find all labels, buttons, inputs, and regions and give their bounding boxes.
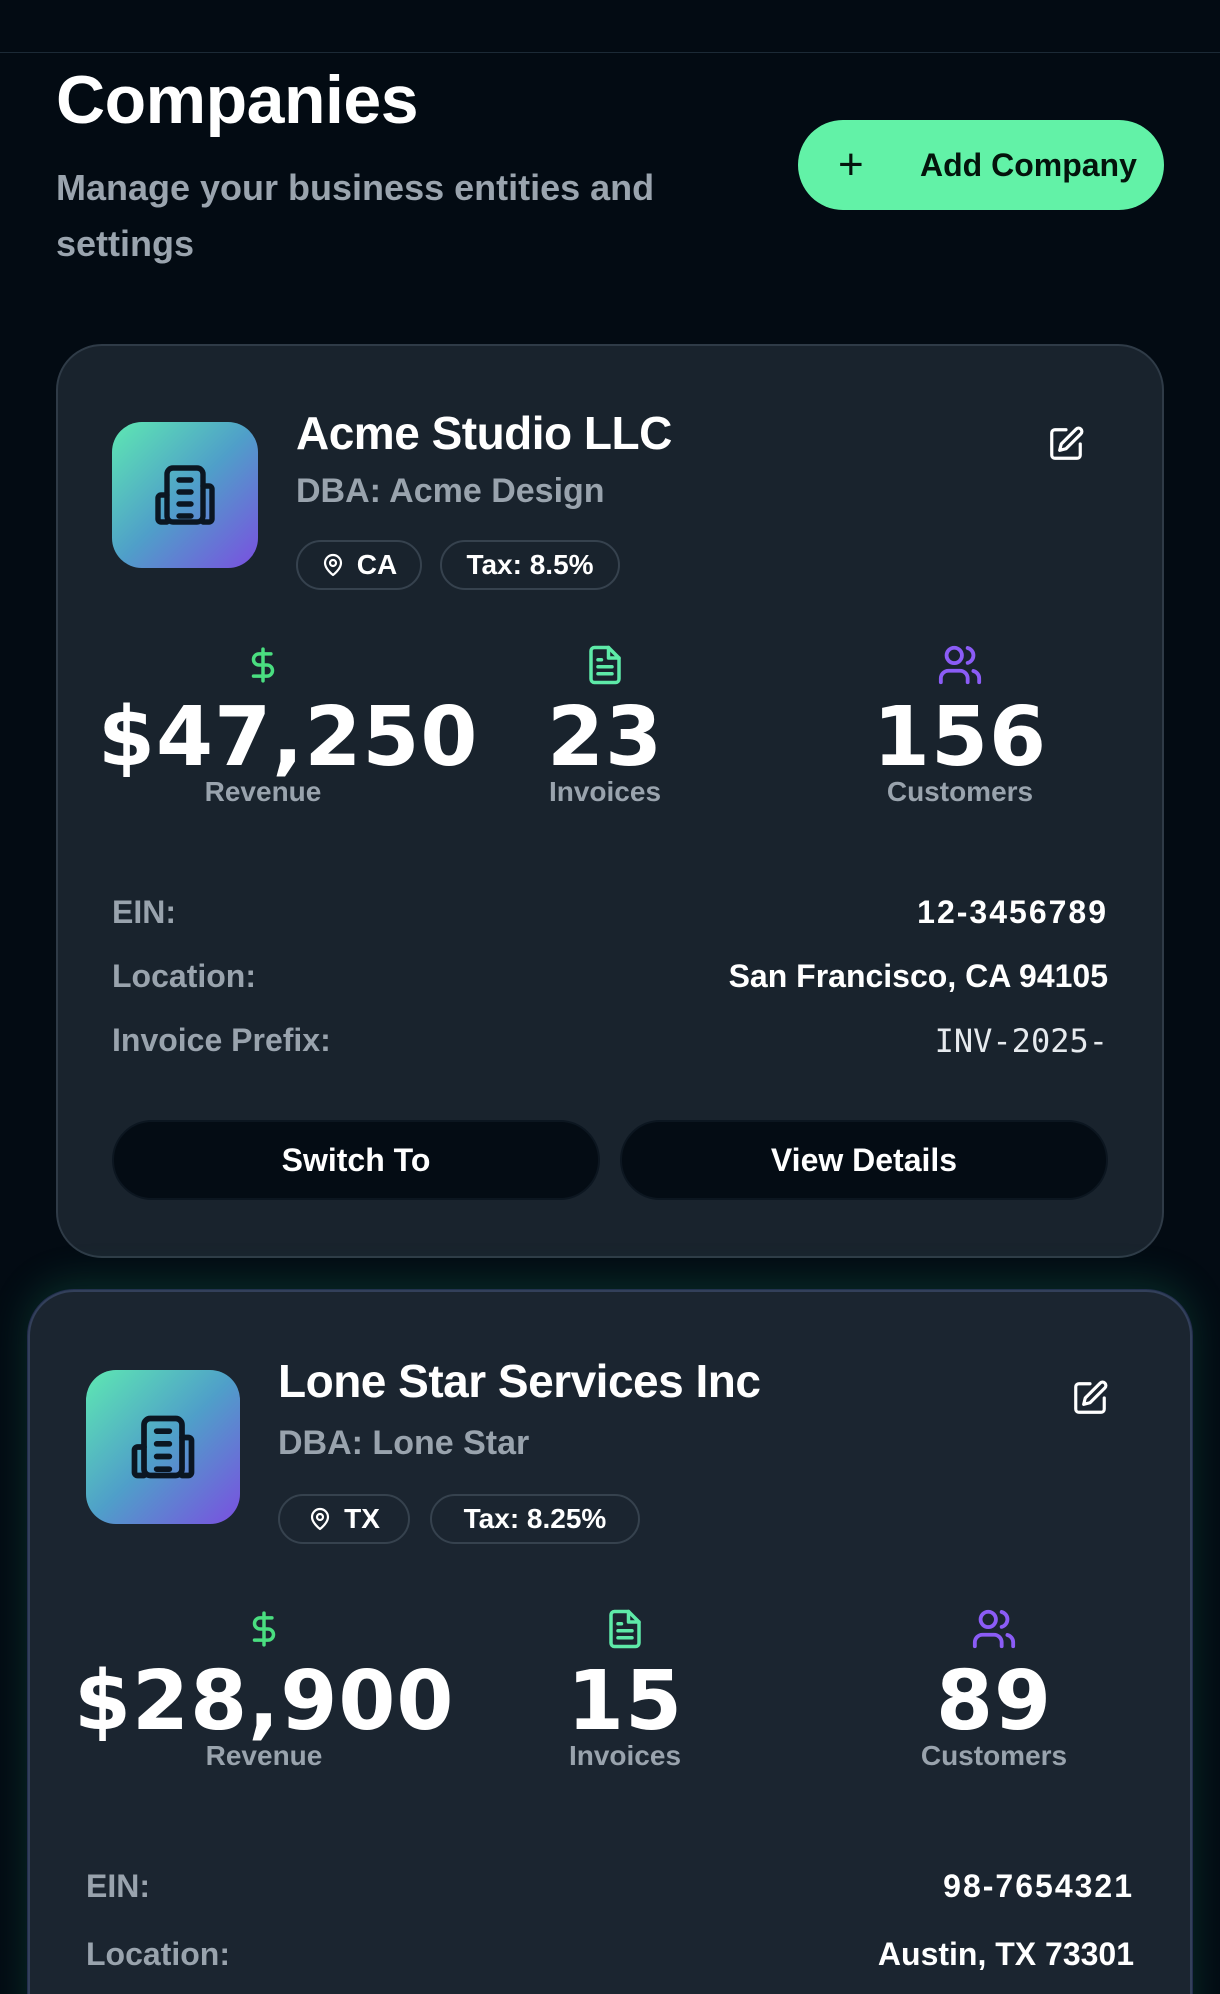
company-name: Lone Star Services Inc <box>278 1355 761 1407</box>
location-label: Location: <box>86 1936 230 1972</box>
state-label: TX <box>344 1503 380 1534</box>
customers-label: Customers <box>920 1740 1068 1771</box>
users-icon <box>860 640 1060 690</box>
plus-icon: + <box>838 140 864 189</box>
invoices-label: Invoices <box>548 776 662 807</box>
invoices-value: 23 <box>546 690 664 785</box>
tax-label: Tax: 8.25% <box>463 1503 607 1534</box>
revenue-stat: $47,250 Revenue <box>98 640 479 808</box>
add-company-label: Add Company <box>920 146 1137 183</box>
ein-label: EIN: <box>86 1868 150 1904</box>
location-value: Austin, TX 73301 <box>877 1936 1134 1972</box>
revenue-value: $28,900 <box>74 1654 455 1749</box>
edit-button[interactable] <box>1066 1374 1114 1422</box>
state-badge: TX <box>278 1494 410 1544</box>
company-card: Acme Studio LLC DBA: Acme Design CA Tax:… <box>56 344 1164 1258</box>
state-label: CA <box>356 549 398 580</box>
invoice-prefix-label: Invoice Prefix: <box>112 1022 331 1058</box>
map-pin-icon <box>323 553 342 577</box>
add-company-button[interactable]: + Add Company <box>798 120 1164 210</box>
invoice-prefix-value: INV-2025- <box>934 1022 1108 1060</box>
tax-label: Tax: 8.5% <box>466 549 594 580</box>
tax-badge: Tax: 8.5% <box>440 540 620 590</box>
building-icon <box>112 422 258 568</box>
customers-value: 156 <box>872 690 1048 785</box>
document-icon <box>550 1604 700 1654</box>
customers-stat: 89 Customers <box>894 1604 1094 1772</box>
companies-page: Companies Manage your business entities … <box>0 0 1220 1994</box>
edit-icon <box>1050 426 1084 460</box>
ein-value: 12-3456789 <box>917 894 1108 930</box>
map-pin-icon <box>311 1507 330 1531</box>
company-dba: DBA: Acme Design <box>296 472 605 510</box>
view-details-button[interactable]: View Details <box>620 1120 1108 1200</box>
location-label: Location: <box>112 958 256 994</box>
edit-button[interactable] <box>1042 420 1090 468</box>
state-badge: CA <box>296 540 422 590</box>
switch-to-button[interactable]: Switch To <box>112 1120 600 1200</box>
company-dba: DBA: Lone Star <box>278 1424 530 1462</box>
tax-badge: Tax: 8.25% <box>430 1494 640 1544</box>
customers-stat: 156 Customers <box>860 640 1060 808</box>
invoices-stat: 23 Invoices <box>530 640 680 808</box>
page-subtitle: Manage your business entities and settin… <box>56 167 655 264</box>
ein-label: EIN: <box>112 894 176 930</box>
page-title: Companies <box>56 62 419 138</box>
revenue-value: $47,250 <box>98 690 479 785</box>
invoices-label: Invoices <box>568 1740 682 1771</box>
customers-value: 89 <box>935 1654 1053 1749</box>
location-value: San Francisco, CA 94105 <box>728 958 1108 994</box>
dollar-icon <box>98 640 428 690</box>
ein-value: 98-7654321 <box>943 1868 1134 1904</box>
invoices-value: 15 <box>566 1654 684 1749</box>
top-bar <box>0 0 1220 53</box>
invoices-stat: 15 Invoices <box>550 1604 700 1772</box>
dollar-icon <box>74 1604 454 1654</box>
revenue-stat: $28,900 Revenue <box>74 1604 454 1772</box>
building-icon <box>86 1370 240 1524</box>
document-icon <box>530 640 680 690</box>
edit-icon <box>1074 1380 1108 1414</box>
customers-label: Customers <box>886 776 1034 807</box>
company-name: Acme Studio LLC <box>296 407 672 459</box>
company-card: Lone Star Services Inc DBA: Lone Star TX… <box>28 1290 1192 1994</box>
users-icon <box>894 1604 1094 1654</box>
